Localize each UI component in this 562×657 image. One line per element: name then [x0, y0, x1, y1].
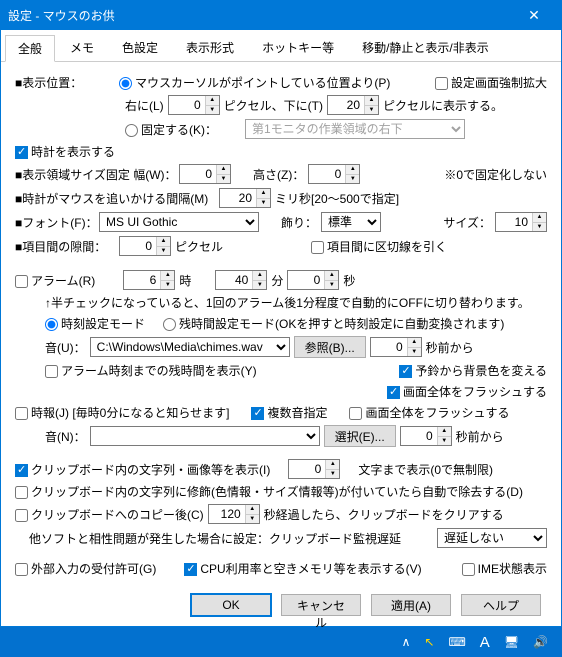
gap-unit: ピクセル [175, 238, 223, 255]
alarm-ref-button[interactable]: 参照(B)... [294, 336, 366, 358]
deco-select[interactable]: 標準 [321, 212, 381, 232]
clip-compat-label: 他ソフトと相性問題が発生した場合に設定：クリップボード監視遅延 [15, 530, 401, 547]
follow-unit: ミリ秒[20～500で指定] [275, 190, 399, 207]
tab-bar: 全般 メモ 色設定 表示形式 ホットキー等 移動/静止と表示/非表示 [1, 30, 561, 62]
hourly-offset-unit: 秒前から [456, 428, 504, 445]
tab-memo[interactable]: メモ [57, 34, 107, 61]
alarm-mode-remain[interactable]: 残時間設定モード(OKを押すと時刻設定に自動変換されます) [163, 315, 504, 332]
hourly-sound-label: 音(N)： [45, 428, 86, 445]
font-label: ■フォント(F)： [15, 214, 95, 231]
alarm-s-spin[interactable]: ▲▼ [287, 270, 339, 290]
hourly-sound-select[interactable] [90, 426, 320, 446]
cancel-button[interactable]: キャンセル [281, 594, 361, 616]
alarm-s-unit: 秒 [343, 272, 355, 289]
tab-move[interactable]: 移動/静止と表示/非表示 [349, 34, 502, 61]
area-h-label: 高さ(Z)： [253, 166, 304, 183]
disp-pos-label: ■表示位置： [15, 74, 115, 91]
tray-cursor-icon[interactable]: ↖ [424, 635, 434, 649]
hourly-multi-check[interactable]: 複数音指定 [251, 404, 327, 421]
titlebar: 設定 - マウスのお供 ✕ [0, 0, 562, 30]
tray-ime-icon[interactable]: A [480, 634, 490, 651]
tab-format[interactable]: 表示形式 [173, 34, 247, 61]
clip-show-spin[interactable]: ▲▼ [288, 459, 340, 479]
alarm-remain-check[interactable]: アラーム時刻までの残時間を表示(Y) [45, 362, 257, 379]
gap-label: ■項目間の隙間： [15, 238, 115, 255]
help-button[interactable]: ヘルプ [461, 594, 541, 616]
clip-compat-select[interactable]: 遅延しない [437, 528, 547, 548]
font-select[interactable]: MS UI Gothic [99, 212, 259, 232]
alarm-bg-check[interactable]: 予鈴から背景色を変える [399, 362, 547, 379]
right-label: 右に(L) [125, 97, 164, 114]
tray-monitor-icon[interactable]: 🖥 [504, 635, 519, 649]
clip-show-unit: 文字まで表示(0で無制限) [358, 461, 493, 478]
hourly-offset-spin[interactable]: ▲▼ [400, 426, 452, 446]
area-note: ※0で固定化しない [444, 166, 547, 183]
area-h-spin[interactable]: ▲▼ [308, 164, 360, 184]
alarm-h-unit: 時 [179, 272, 191, 289]
alarm-check[interactable]: アラーム(R) [15, 272, 95, 289]
gap-spin[interactable]: ▲▼ [119, 236, 171, 256]
apply-button[interactable]: 適用(A) [371, 594, 451, 616]
follow-spin[interactable]: ▲▼ [219, 188, 271, 208]
tab-color[interactable]: 色設定 [109, 34, 171, 61]
clip-show-check[interactable]: クリップボード内の文字列・画像等を表示(I) [15, 461, 270, 478]
dialog-buttons: OK キャンセル 適用(A) ヘルプ [1, 594, 561, 616]
alarm-mode-time[interactable]: 時刻設定モード [45, 315, 145, 332]
disp-pos-radio-cursor[interactable]: マウスカーソルがポイントしている位置より(P) [119, 74, 390, 91]
follow-label: ■時計がマウスを追いかける間隔(M) [15, 190, 215, 207]
ok-button[interactable]: OK [191, 594, 271, 616]
size-label: サイズ： [443, 214, 491, 231]
px-down-label: ピクセル、下に(T) [224, 97, 323, 114]
right-spin[interactable]: ▲▼ [168, 95, 220, 115]
close-icon[interactable]: ✕ [514, 7, 554, 24]
hourly-check[interactable]: 時報(J) [毎時0分になると知らせます] [15, 404, 229, 421]
dialog-body: 全般 メモ 色設定 表示形式 ホットキー等 移動/静止と表示/非表示 ■表示位置… [0, 30, 562, 627]
alarm-m-unit: 分 [271, 272, 283, 289]
tray-sound-icon[interactable]: 🔊 [533, 635, 548, 649]
hourly-flash-check[interactable]: 画面全体をフラッシュする [349, 404, 509, 421]
clip-decorate-check[interactable]: クリップボード内の文字列に修飾(色情報・サイズ情報等)が付いていたら自動で除去す… [15, 483, 523, 500]
tab-general[interactable]: 全般 [5, 35, 55, 62]
deco-label: 飾り： [281, 214, 317, 231]
alarm-note: ↑半チェックになっていると、1回のアラーム後1分程度で自動的にOFFに切り替わり… [45, 294, 530, 311]
alarm-offset-spin[interactable]: ▲▼ [370, 337, 422, 357]
alarm-flash-check[interactable]: 画面全体をフラッシュする [387, 383, 547, 400]
clip-copy-check[interactable]: クリップボードへのコピー後(C) [15, 506, 204, 523]
clip-copy-unit: 秒経過したら、クリップボードをクリアする [264, 506, 504, 523]
window-title: 設定 - マウスのお供 [8, 7, 514, 24]
fixed-pos-select: 第1モニタの作業領域の右下 [245, 119, 465, 139]
tab-content: ■表示位置： マウスカーソルがポイントしている位置より(P) 設定画面強制拡大 … [1, 62, 561, 589]
disp-pos-radio-fixed[interactable]: 固定する(K)： [125, 121, 217, 138]
ime-check[interactable]: IME状態表示 [462, 560, 547, 577]
tray-chevron-icon[interactable]: ∧ [402, 635, 411, 649]
alarm-h-spin[interactable]: ▲▼ [123, 270, 175, 290]
hourly-sel-button[interactable]: 選択(E)... [324, 425, 396, 447]
cpu-check[interactable]: CPU利用率と空きメモリ等を表示する(V) [184, 560, 421, 577]
gap-divider-check[interactable]: 項目間に区切線を引く [311, 238, 447, 255]
size-spin[interactable]: ▲▼ [495, 212, 547, 232]
px-show-label: ピクセルに表示する。 [383, 97, 503, 114]
alarm-sound-label: 音(U)： [45, 339, 86, 356]
show-clock-check[interactable]: 時計を表示する [15, 143, 115, 160]
ext-input-check[interactable]: 外部入力の受付許可(G) [15, 560, 156, 577]
clip-copy-spin[interactable]: ▲▼ [208, 504, 260, 524]
alarm-m-spin[interactable]: ▲▼ [215, 270, 267, 290]
alarm-sound-select[interactable]: C:\Windows\Media\chimes.wav [90, 337, 290, 357]
force-expand-check[interactable]: 設定画面強制拡大 [435, 74, 547, 91]
alarm-offset-unit: 秒前から [426, 339, 474, 356]
tab-hotkey[interactable]: ホットキー等 [249, 34, 347, 61]
tray-keyboard-icon[interactable]: ⌨ [448, 635, 465, 649]
area-fix-label: ■表示領域サイズ固定 幅(W)： [15, 166, 175, 183]
down-spin[interactable]: ▲▼ [327, 95, 379, 115]
taskbar: ∧ ↖ ⌨ A 🖥 🔊 [0, 627, 562, 657]
area-w-spin[interactable]: ▲▼ [179, 164, 231, 184]
